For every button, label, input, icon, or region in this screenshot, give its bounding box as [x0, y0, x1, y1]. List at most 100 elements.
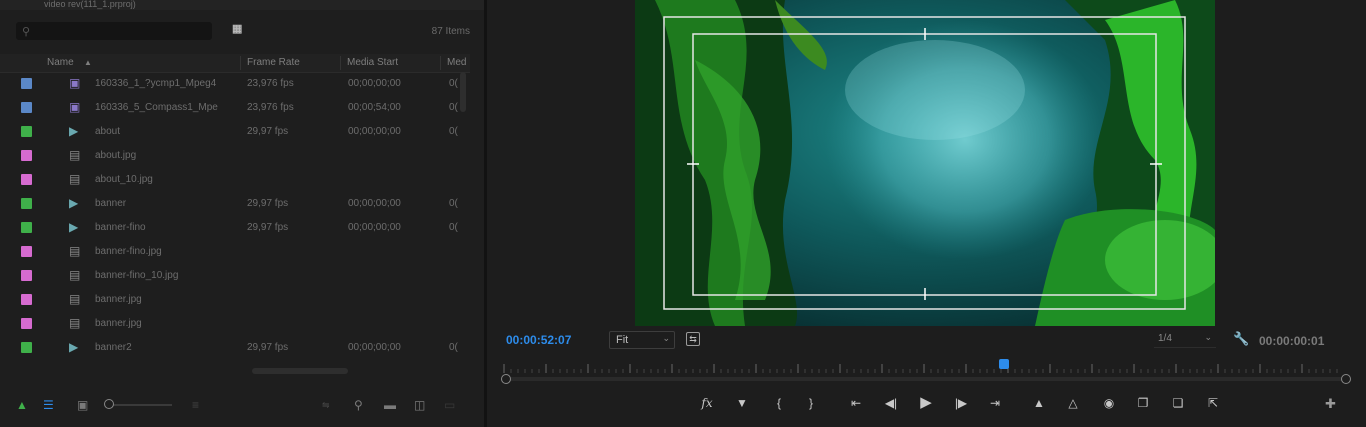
item-name: about_10.jpg: [95, 174, 153, 185]
list-view-icon[interactable]: ☰: [43, 398, 54, 412]
label-color-swatch[interactable]: [21, 150, 32, 161]
marker-icon[interactable]: ▼: [731, 392, 753, 414]
transport-controls: fx ▼ { } ⇤ ◀| ▶ |▶ ⇥ ▲ △ ◉ ❐ ❏ ⇱: [690, 392, 1250, 416]
in-point-handle[interactable]: [501, 374, 511, 384]
list-item[interactable]: ▶ about 29,97 fps 00;00;00;00 0(: [0, 120, 470, 144]
project-toolbar: ▲ ☰ ▣ ≡ ⇋ ⚲ ▬ ◫ ▭: [0, 394, 484, 418]
automate-icon[interactable]: ⇋: [322, 400, 330, 411]
button-editor-icon[interactable]: ✚: [1325, 396, 1336, 412]
image-icon: ▤: [69, 148, 81, 162]
label-color-swatch[interactable]: [21, 222, 32, 233]
list-item[interactable]: ▤ banner-fino.jpg: [0, 240, 470, 264]
label-color-swatch[interactable]: [21, 198, 32, 209]
list-item[interactable]: ▤ about.jpg: [0, 144, 470, 168]
item-media-duration: 0(: [449, 342, 458, 353]
item-name: banner-fino: [95, 222, 146, 233]
label-color-swatch[interactable]: [21, 78, 32, 89]
icon-view-icon[interactable]: ▣: [77, 398, 88, 412]
item-frame-rate: 29,97 fps: [247, 198, 289, 209]
sort-ascending-icon[interactable]: ▲: [84, 58, 92, 67]
list-item[interactable]: ▶ banner2 29,97 fps 00;00;00;00 0(: [0, 336, 470, 360]
chevron-down-icon: ⌄: [1204, 332, 1212, 342]
column-header-media-start[interactable]: Media Start: [347, 57, 398, 68]
go-to-in-icon[interactable]: ⇤: [845, 392, 867, 414]
list-item[interactable]: ▶ banner 29,97 fps 00;00;00;00 0(: [0, 192, 470, 216]
label-color-swatch[interactable]: [21, 318, 32, 329]
vertical-scrollbar[interactable]: [460, 72, 466, 112]
item-media-duration: 0(: [449, 222, 458, 233]
underwater-kelp-image: [635, 0, 1215, 326]
image-icon: ▤: [69, 268, 81, 282]
label-color-swatch[interactable]: [21, 246, 32, 257]
mark-in-icon[interactable]: {: [768, 392, 790, 414]
list-item[interactable]: ▶ banner-fino 29,97 fps 00;00;00;00 0(: [0, 216, 470, 240]
wrench-icon[interactable]: 🔧: [1233, 331, 1249, 347]
extract-icon[interactable]: △: [1062, 392, 1084, 414]
search-input[interactable]: ⚲: [16, 22, 212, 40]
column-header-name[interactable]: Name: [47, 57, 74, 68]
playhead-timecode[interactable]: 00:00:52:07: [506, 333, 571, 347]
export-frame-icon[interactable]: ◉: [1098, 392, 1120, 414]
zoom-level-select[interactable]: Fit ⌄: [609, 331, 675, 349]
project-title-bar: video rev(111_1.prproj): [0, 0, 484, 10]
zoom-slider[interactable]: [108, 404, 172, 406]
lift-icon[interactable]: ▲: [1028, 392, 1050, 414]
scrub-bar[interactable]: [504, 377, 1344, 381]
item-frame-rate: 23,976 fps: [247, 78, 294, 89]
list-item[interactable]: ▣ 160336_5_Compass1_Mpe 23,976 fps 00;00;54…: [0, 96, 470, 120]
step-forward-icon[interactable]: |▶: [950, 392, 972, 414]
sort-icons-icon[interactable]: ≡: [192, 398, 199, 412]
time-ruler[interactable]: [500, 360, 1344, 374]
find-icon[interactable]: ⚲: [354, 398, 363, 412]
column-header-media-duration[interactable]: Med: [447, 57, 466, 68]
resolution-select[interactable]: 1/4 ⌄: [1154, 331, 1216, 348]
clear-icon[interactable]: ▭: [444, 398, 455, 412]
resolution-value: 1/4: [1158, 333, 1172, 344]
image-icon: ▤: [69, 244, 81, 258]
list-item[interactable]: ▤ about_10.jpg: [0, 168, 470, 192]
item-media-duration: 0(: [449, 78, 458, 89]
duration-timecode: 00:00:00:01: [1259, 334, 1325, 348]
project-panel: video rev(111_1.prproj) ⚲ ▦ 87 Items Nam…: [0, 0, 484, 427]
list-item[interactable]: ▤ banner.jpg: [0, 312, 470, 336]
list-item[interactable]: ▤ banner-fino_10.jpg: [0, 264, 470, 288]
settings-icon[interactable]: ⇆: [686, 332, 700, 346]
horizontal-scrollbar[interactable]: [252, 368, 348, 374]
mark-out-icon[interactable]: }: [800, 392, 822, 414]
item-name: about: [95, 126, 121, 137]
item-count: 87 Items: [431, 26, 470, 37]
label-color-swatch[interactable]: [21, 174, 32, 185]
video-frame: [635, 0, 1215, 326]
item-media-duration: 0(: [449, 126, 458, 137]
video-icon: ▶: [69, 196, 79, 210]
new-item-icon[interactable]: ◫: [414, 398, 425, 412]
sequence-icon: ▣: [69, 76, 81, 90]
zoom-slider-handle[interactable]: [104, 399, 114, 409]
go-to-out-icon[interactable]: ⇥: [984, 392, 1006, 414]
export-icon[interactable]: ⇱: [1202, 392, 1224, 414]
label-color-swatch[interactable]: [21, 126, 32, 137]
label-color-swatch[interactable]: [21, 342, 32, 353]
step-back-icon[interactable]: ◀|: [880, 392, 902, 414]
item-name: banner: [95, 198, 127, 209]
column-header-frame-rate[interactable]: Frame Rate: [247, 57, 300, 68]
insert-icon[interactable]: ❐: [1132, 392, 1154, 414]
item-media-duration: 0(: [449, 102, 458, 113]
list-item[interactable]: ▤ banner.jpg: [0, 288, 470, 312]
list-item[interactable]: ▣ 160336_1_?ycmp1_Mpeg4 23,976 fps 00;00;00…: [0, 72, 470, 96]
label-color-swatch[interactable]: [21, 102, 32, 113]
new-bin-icon[interactable]: ▬: [384, 398, 396, 412]
item-name: banner.jpg: [95, 294, 142, 305]
overwrite-icon[interactable]: ❏: [1167, 392, 1189, 414]
item-media-duration: 0(: [449, 198, 458, 209]
lock-icon[interactable]: ▲: [16, 398, 28, 412]
fx-icon[interactable]: fx: [696, 392, 718, 414]
label-color-swatch[interactable]: [21, 270, 32, 281]
image-icon: ▤: [69, 316, 81, 330]
item-name: banner-fino_10.jpg: [95, 270, 179, 281]
play-icon[interactable]: ▶: [915, 392, 937, 414]
label-color-swatch[interactable]: [21, 294, 32, 305]
playhead[interactable]: [999, 359, 1009, 369]
bin-icon[interactable]: ▦: [232, 22, 246, 36]
out-point-handle[interactable]: [1341, 374, 1351, 384]
